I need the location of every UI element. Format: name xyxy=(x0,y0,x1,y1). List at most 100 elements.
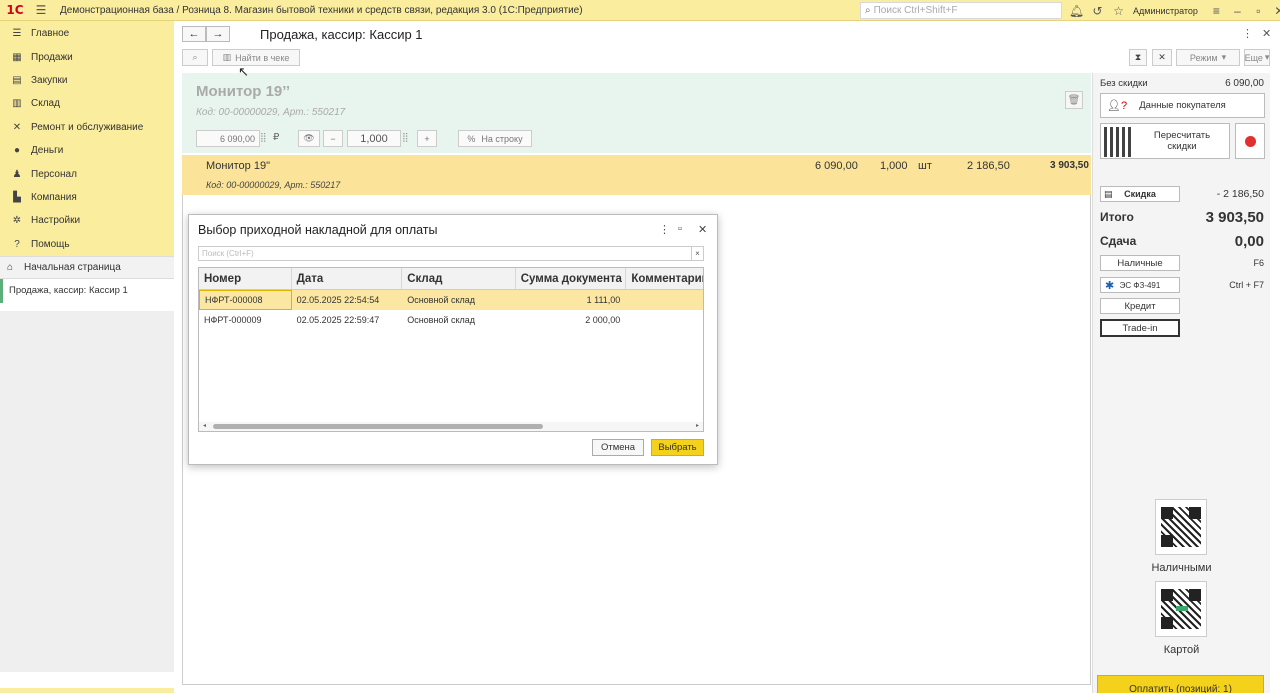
cell-sum[interactable]: 2 000,00 xyxy=(516,310,627,330)
mode-button[interactable]: Режим ▾ xyxy=(1176,49,1240,66)
more-button[interactable]: Еще ▾ xyxy=(1244,49,1270,66)
app-logo: 1С xyxy=(6,3,24,17)
sidebar-item-purchases[interactable]: ▤ Закупки xyxy=(0,69,174,92)
column-header-warehouse[interactable]: Склад xyxy=(402,268,516,289)
line-product-name: Монитор 19" xyxy=(206,160,270,172)
cell-comment[interactable] xyxy=(626,290,703,310)
scroll-left-icon[interactable]: ◂ xyxy=(203,422,206,429)
forward-button[interactable]: → xyxy=(206,26,230,42)
main-menu-icon[interactable]: ☰ xyxy=(30,0,52,21)
scroll-right-icon[interactable]: ▸ xyxy=(696,422,699,429)
scrollbar-thumb[interactable] xyxy=(213,424,543,429)
credit-button[interactable]: Кредит xyxy=(1100,298,1180,314)
view-button[interactable]: 👁︎ xyxy=(298,130,320,147)
total-label: Итого xyxy=(1100,210,1134,224)
trash-icon[interactable]: 🗑︎ xyxy=(1065,91,1083,109)
global-search-input[interactable]: ⌕ Поиск Ctrl+Shift+F xyxy=(860,2,1062,19)
close-icon[interactable]: ✕ xyxy=(1269,0,1280,21)
asterisk-icon: ✱ xyxy=(1105,279,1115,292)
column-header-number[interactable]: Номер xyxy=(199,268,292,289)
cash-button[interactable]: Наличные xyxy=(1100,255,1180,271)
open-window-item[interactable]: Продажа, кассир: Кассир 1 xyxy=(0,278,174,303)
more-vertical-icon[interactable]: ⋮ xyxy=(659,223,670,236)
qr-cash-button[interactable] xyxy=(1155,499,1207,555)
cancel-discount-button[interactable] xyxy=(1235,123,1265,159)
sidebar-item-money[interactable]: ● Деньги xyxy=(0,139,174,162)
gear-icon: ✲ xyxy=(12,215,22,227)
total-value: 3 903,50 xyxy=(1205,209,1264,226)
change-label: Сдача xyxy=(1100,234,1137,248)
back-button[interactable]: ← xyxy=(182,26,206,42)
sidebar-item-warehouse[interactable]: ▥ Склад xyxy=(0,92,174,115)
es-hotkey: Ctrl + F7 xyxy=(1229,280,1264,290)
sidebar-item-sales[interactable]: ▦ Продажи xyxy=(0,45,174,68)
home-page-link[interactable]: ⌂ Начальная страница xyxy=(0,255,174,278)
history-icon[interactable]: ↺ xyxy=(1087,0,1108,21)
hourglass-button[interactable]: ⧗ xyxy=(1129,49,1147,66)
find-in-receipt-button[interactable]: ▥ Найти в чеке xyxy=(212,49,300,66)
keypad-icon[interactable]: ⣿ xyxy=(402,132,409,143)
sidebar-item-main[interactable]: ☰ Главное xyxy=(0,22,174,45)
close-icon[interactable]: ✕ xyxy=(698,223,707,236)
select-button[interactable]: Выбрать xyxy=(651,439,704,456)
sidebar-item-company[interactable]: ▙ Компания xyxy=(0,186,174,209)
quantity-field[interactable]: 1,000 xyxy=(347,130,401,147)
cell-number[interactable]: НФРТ-000008 xyxy=(199,290,292,310)
price-field[interactable]: 6 090,00 xyxy=(196,130,260,147)
discount-button[interactable]: ▤ Скидка xyxy=(1100,186,1180,202)
home-icon: ⌂ xyxy=(7,261,14,273)
window-title: Демонстрационная база / Розница 8. Магаз… xyxy=(60,4,583,16)
cancel-button[interactable]: Отмена xyxy=(592,439,644,456)
table-row[interactable]: НФРТ-000009 02.05.2025 22:59:47 Основной… xyxy=(199,310,703,330)
recalc-discounts-button[interactable]: Пересчитать скидки xyxy=(1100,123,1230,159)
more-vertical-icon[interactable]: ⋮ xyxy=(1242,27,1253,40)
plus-icon: + xyxy=(424,133,430,144)
sidebar-item-staff[interactable]: ♟ Персонал xyxy=(0,162,174,185)
cell-sum[interactable]: 1 111,00 xyxy=(516,290,627,310)
sidebar-item-settings[interactable]: ✲ Настройки xyxy=(0,209,174,232)
qr-card-label: Картой xyxy=(1163,644,1200,656)
star-icon[interactable]: ☆ xyxy=(1108,0,1129,21)
clear-search-icon[interactable]: × xyxy=(691,246,704,261)
decrease-qty-button[interactable]: − xyxy=(323,130,343,147)
tradein-button[interactable]: Trade-in xyxy=(1100,319,1180,337)
es-fz491-button[interactable]: ✱ ЭС ФЗ-491 xyxy=(1100,277,1180,293)
minimize-icon[interactable]: – xyxy=(1227,0,1248,21)
column-header-date[interactable]: Дата xyxy=(292,268,403,289)
percent-icon: % xyxy=(467,133,476,144)
search-button[interactable]: ⌕ xyxy=(182,49,208,66)
column-header-comment[interactable]: Комментарий xyxy=(626,268,703,289)
dialog-search-input[interactable]: Поиск (Ctrl+F) xyxy=(198,246,704,261)
customer-data-button[interactable]: 👤︎? Данные покупателя xyxy=(1100,93,1265,118)
receipt-line[interactable]: Монитор 19" Код: 00-00000029, Арт.: 5502… xyxy=(182,155,1091,195)
cell-warehouse[interactable]: Основной склад xyxy=(402,290,516,310)
cell-date[interactable]: 02.05.2025 22:54:54 xyxy=(292,290,403,310)
product-name: Монитор 19’’ xyxy=(196,83,291,100)
settings-lines-icon[interactable]: ≡ xyxy=(1206,0,1227,21)
user-name[interactable]: Администратор xyxy=(1133,6,1198,16)
qr-card-button[interactable] xyxy=(1155,581,1207,637)
currency-label: ₽ xyxy=(273,132,280,143)
to-line-button[interactable]: % На строку xyxy=(458,130,532,147)
cell-date[interactable]: 02.05.2025 22:59:47 xyxy=(292,310,403,330)
table-row[interactable]: НФРТ-000008 02.05.2025 22:54:54 Основной… xyxy=(199,290,703,310)
pay-button[interactable]: Оплатить (позиций: 1) xyxy=(1097,675,1264,693)
sidebar-empty-area xyxy=(0,311,174,672)
sidebar-item-help[interactable]: ? Помощь xyxy=(0,233,174,256)
global-search-placeholder: Поиск Ctrl+Shift+F xyxy=(873,5,958,16)
purchases-icon: ▤ xyxy=(12,74,22,86)
column-header-sum[interactable]: Сумма документа xyxy=(516,268,627,289)
close-form-icon[interactable]: ✕ xyxy=(1262,27,1271,40)
horizontal-scrollbar[interactable]: ◂ ▸ xyxy=(199,422,703,431)
cell-comment[interactable] xyxy=(626,310,703,330)
increase-qty-button[interactable]: + xyxy=(417,130,437,147)
maximize-icon[interactable]: ▫ xyxy=(678,223,682,235)
clear-button[interactable]: ✕ xyxy=(1152,49,1172,66)
restore-icon[interactable]: ▫ xyxy=(1248,0,1269,21)
cell-warehouse[interactable]: Основной склад xyxy=(402,310,516,330)
search-icon: ⌕ xyxy=(865,5,871,16)
bell-icon[interactable]: 🔔︎ xyxy=(1066,0,1087,21)
keypad-icon[interactable]: ⣿ xyxy=(260,132,267,143)
sidebar-item-repair[interactable]: ✕ Ремонт и обслуживание xyxy=(0,116,174,139)
cell-number[interactable]: НФРТ-000009 xyxy=(199,310,292,330)
